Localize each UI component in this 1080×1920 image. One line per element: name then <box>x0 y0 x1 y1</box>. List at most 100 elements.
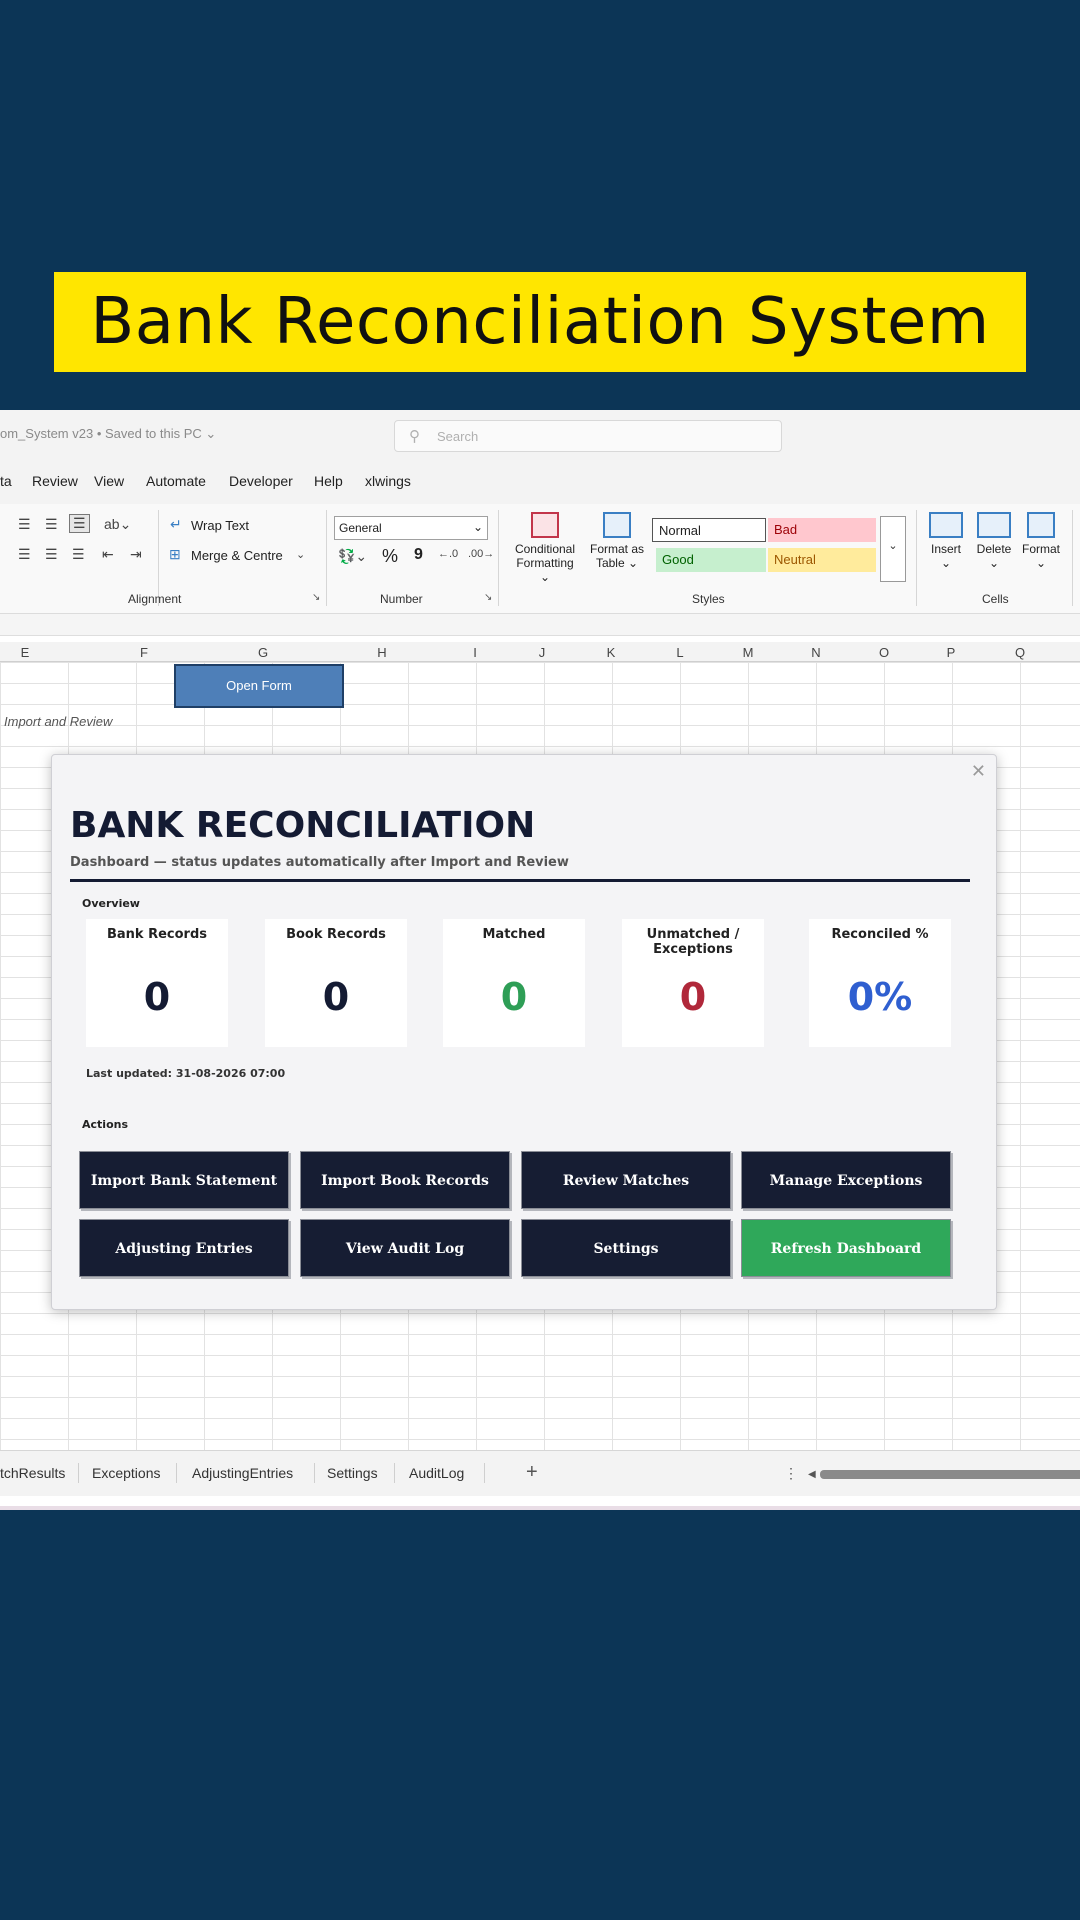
search-icon: ⚲ <box>409 428 420 445</box>
tab-review[interactable]: Review <box>32 473 78 489</box>
sheet-tab[interactable]: tchResults <box>0 1465 65 1481</box>
add-sheet-icon[interactable]: + <box>526 1461 538 1484</box>
manage-exceptions-button[interactable]: Manage Exceptions <box>741 1151 951 1209</box>
increase-decimal-icon[interactable]: ←.0 <box>438 548 458 560</box>
stat-value: 0 <box>679 975 707 1019</box>
formula-bar[interactable] <box>0 614 1080 636</box>
refresh-dashboard-button[interactable]: Refresh Dashboard <box>741 1219 951 1277</box>
open-form-button[interactable]: Open Form <box>174 664 344 708</box>
reconciliation-dialog: ✕ BANK RECONCILIATION Dashboard — status… <box>51 754 997 1310</box>
banner-title: Bank Reconciliation System <box>90 285 990 359</box>
column-header[interactable]: G <box>253 645 273 660</box>
align-middle-icon[interactable]: ☰ <box>45 516 58 533</box>
column-header[interactable]: O <box>874 645 894 660</box>
horizontal-scrollbar[interactable] <box>820 1470 1080 1479</box>
scroll-left-icon[interactable]: ◀ <box>808 1469 816 1480</box>
column-headers: E F G H I J K L M N O P Q <box>0 642 1080 662</box>
column-header[interactable]: M <box>738 645 758 660</box>
overview-label: Overview <box>82 897 140 910</box>
merge-centre-button[interactable]: Merge & Centre <box>191 548 283 563</box>
column-header[interactable]: I <box>465 645 485 660</box>
title-banner: Bank Reconciliation System <box>54 272 1026 372</box>
style-neutral[interactable]: Neutral <box>768 548 876 572</box>
sheet-tab[interactable]: AuditLog <box>409 1465 464 1481</box>
orientation-icon[interactable]: ab⌄ <box>104 516 131 533</box>
close-icon[interactable]: ✕ <box>971 761 986 782</box>
ribbon-tabs: ta Review View Automate Developer Help x… <box>0 460 1080 504</box>
style-bad[interactable]: Bad <box>768 518 876 542</box>
tab-developer[interactable]: Developer <box>229 473 293 489</box>
wrap-text-icon: ↵ <box>170 516 182 532</box>
align-right-icon[interactable]: ☰ <box>72 546 85 563</box>
adjusting-entries-button[interactable]: Adjusting Entries <box>79 1219 289 1277</box>
align-center-icon[interactable]: ☰ <box>45 546 58 563</box>
merge-dropdown-icon[interactable]: ⌄ <box>296 548 305 561</box>
stat-label: Unmatched / Exceptions <box>646 927 740 957</box>
column-header[interactable]: F <box>134 645 154 660</box>
tab-automate[interactable]: Automate <box>146 473 206 489</box>
sheet-tab[interactable]: Settings <box>327 1465 378 1481</box>
stat-label: Bank Records <box>106 927 208 942</box>
style-normal[interactable]: Normal <box>652 518 766 542</box>
comma-style-button[interactable]: 9 <box>414 546 423 564</box>
tab-view[interactable]: View <box>94 473 124 489</box>
chevron-down-icon: ⌄ <box>472 520 483 534</box>
import-bank-statement-button[interactable]: Import Bank Statement <box>79 1151 289 1209</box>
tab-data[interactable]: ta <box>0 473 12 489</box>
number-group-label: Number <box>380 592 423 606</box>
conditional-formatting-icon <box>531 512 559 538</box>
sheet-tab[interactable]: Exceptions <box>92 1465 160 1481</box>
search-placeholder: Search <box>437 429 479 444</box>
align-top-icon[interactable]: ☰ <box>18 516 31 533</box>
stat-card-book-records: Book Records 0 <box>265 919 407 1047</box>
document-title[interactable]: om_System v23 • Saved to this PC ⌄ <box>0 426 216 442</box>
stat-card-bank-records: Bank Records 0 <box>86 919 228 1047</box>
column-header[interactable]: J <box>532 645 552 660</box>
column-header[interactable]: K <box>601 645 621 660</box>
review-matches-button[interactable]: Review Matches <box>521 1151 731 1209</box>
align-bottom-icon[interactable]: ☰ <box>69 514 90 533</box>
search-box[interactable]: ⚲ Search <box>394 420 782 452</box>
styles-group-label: Styles <box>692 592 725 606</box>
column-header[interactable]: P <box>941 645 961 660</box>
cells-group-label: Cells <box>982 592 1009 606</box>
settings-button[interactable]: Settings <box>521 1219 731 1277</box>
tab-help[interactable]: Help <box>314 473 343 489</box>
more-options-icon[interactable]: ⋮ <box>784 1465 798 1482</box>
styles-more-icon[interactable]: ⌄ <box>880 516 906 582</box>
format-as-table-icon <box>603 512 631 538</box>
format-cells-icon <box>1027 512 1055 538</box>
column-header[interactable]: N <box>806 645 826 660</box>
stat-card-unmatched: Unmatched / Exceptions 0 <box>622 919 764 1047</box>
increase-indent-icon[interactable]: ⇥ <box>130 546 142 563</box>
column-header[interactable]: Q <box>1010 645 1030 660</box>
insert-cells-button[interactable]: Insert ⌄ <box>926 512 966 570</box>
column-header[interactable]: L <box>670 645 690 660</box>
number-format-value: General <box>339 521 382 535</box>
format-as-table-button[interactable]: Format as Table ⌄ <box>584 512 650 570</box>
wrap-text-button[interactable]: Wrap Text <box>191 518 249 533</box>
column-header[interactable]: H <box>372 645 392 660</box>
number-launcher-icon[interactable]: ↘ <box>484 592 492 603</box>
number-format-select[interactable]: General ⌄ <box>334 516 488 540</box>
stat-value: 0% <box>847 975 913 1019</box>
column-header[interactable]: E <box>15 645 35 660</box>
conditional-formatting-button[interactable]: Conditional Formatting ⌄ <box>510 512 580 584</box>
stat-card-reconciled-percent: Reconciled % 0% <box>809 919 951 1047</box>
decrease-decimal-icon[interactable]: .00→ <box>468 548 494 560</box>
format-cells-button[interactable]: Format ⌄ <box>1020 512 1062 570</box>
percent-style-button[interactable]: % <box>382 546 398 567</box>
sheet-tab-bar: tchResults Exceptions AdjustingEntries S… <box>0 1450 1080 1496</box>
tab-xlwings[interactable]: xlwings <box>365 473 411 489</box>
align-left-icon[interactable]: ☰ <box>18 546 31 563</box>
sheet-tab[interactable]: AdjustingEntries <box>192 1465 293 1481</box>
alignment-launcher-icon[interactable]: ↘ <box>312 592 320 603</box>
view-audit-log-button[interactable]: View Audit Log <box>300 1219 510 1277</box>
delete-cells-icon <box>977 512 1011 538</box>
delete-cells-button[interactable]: Delete ⌄ <box>974 512 1014 570</box>
decrease-indent-icon[interactable]: ⇤ <box>102 546 114 563</box>
import-book-records-button[interactable]: Import Book Records <box>300 1151 510 1209</box>
style-good[interactable]: Good <box>656 548 766 572</box>
accounting-format-icon[interactable]: 💱⌄ <box>338 548 367 565</box>
stat-label: Book Records <box>286 927 386 942</box>
